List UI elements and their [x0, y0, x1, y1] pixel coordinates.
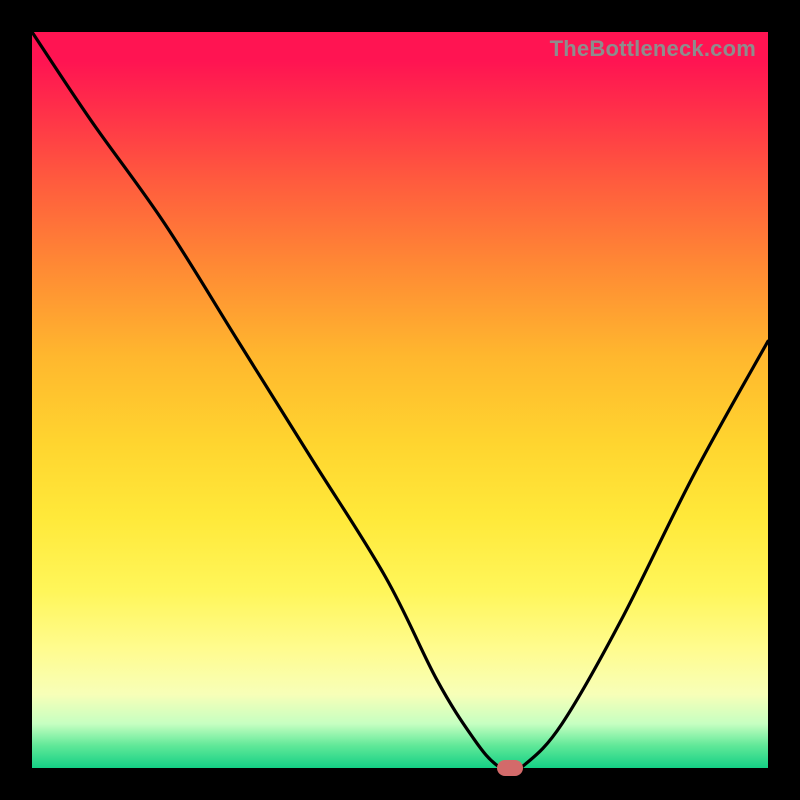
chart-frame: TheBottleneck.com: [0, 0, 800, 800]
bottleneck-curve: [32, 32, 768, 768]
optimal-point-marker: [497, 760, 523, 776]
plot-area: TheBottleneck.com: [32, 32, 768, 768]
